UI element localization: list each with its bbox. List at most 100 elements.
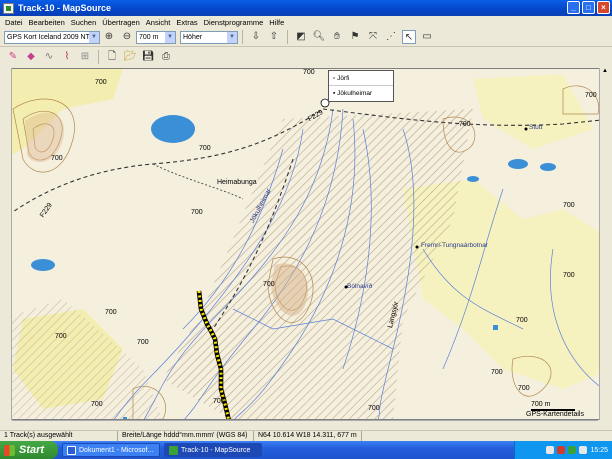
vertical-scrollbar[interactable]: ▲	[599, 68, 610, 420]
contour-label: 700	[459, 121, 471, 128]
contour-label: 700	[518, 385, 530, 392]
chevron-down-icon: ▼	[89, 31, 99, 43]
menu-dienstprogramme[interactable]: Dienstprogramme	[201, 18, 267, 27]
clock[interactable]: 15:25	[590, 447, 608, 454]
contour-label: 700	[105, 309, 117, 316]
status-format: Breite/Länge hddd°mm.mmm' (WGS 84)	[118, 431, 254, 441]
label-bolnavid: Bólnavíð	[347, 283, 373, 290]
taskbar-item-label: Dokument1 - Microsof...	[79, 446, 154, 454]
label-heimabunga: Heimabunga	[217, 179, 257, 186]
scroll-up-icon[interactable]: ▲	[600, 68, 610, 76]
menu-extras[interactable]: Extras	[173, 18, 200, 27]
print-icon[interactable]: ⎙	[159, 50, 173, 64]
secondary-toolbar: ✎ ◆ ∿ ⌇ ⊞ 🗋︎ 📂︎ 💾︎ ⎙	[0, 48, 612, 66]
contour-label: 700	[137, 339, 149, 346]
map-details-label: GPS-Kartendetails	[526, 411, 584, 418]
menu-ansicht[interactable]: Ansicht	[143, 18, 174, 27]
windows-logo-icon	[4, 444, 15, 456]
zoom-select-value: 700 m	[139, 33, 159, 41]
start-button[interactable]: Start	[0, 441, 58, 459]
hand-tool-icon[interactable]: ✋︎	[330, 30, 344, 44]
menu-hilfe[interactable]: Hilfe	[266, 18, 287, 27]
toolbar-separator	[242, 30, 243, 44]
zoom-select[interactable]: 700 m ▼	[136, 30, 176, 44]
contour-label: 700	[263, 281, 275, 288]
contour-label: 700	[585, 92, 597, 99]
menu-uebertragen[interactable]: Übertragen	[99, 18, 143, 27]
route-icon[interactable]: ∿	[42, 50, 56, 64]
windows-taskbar: Start Dokument1 - Microsof... Track-10 -…	[0, 441, 612, 459]
contour-label: 700	[491, 369, 503, 376]
menu-bar: Datei Bearbeiten Suchen Übertragen Ansic…	[0, 16, 612, 28]
lake	[508, 159, 528, 169]
system-tray: 15:25	[514, 441, 612, 459]
minimize-button[interactable]: _	[567, 1, 580, 14]
contour-label: 700	[303, 69, 315, 76]
menu-datei[interactable]: Datei	[2, 18, 26, 27]
toolbar-separator	[98, 50, 99, 64]
contour-label: 700	[563, 202, 575, 209]
status-bar: 1 Track(s) ausgewählt Breite/Länge hddd°…	[0, 430, 612, 441]
open-file-icon[interactable]: 📂︎	[123, 50, 137, 64]
popup-item[interactable]: ▫ Jörfi	[329, 71, 393, 86]
contour-label: 700	[199, 145, 211, 152]
distance-tool-icon[interactable]: ▭	[420, 30, 434, 44]
map-info-popup: ▫ Jörfi ▪ Jökulheimar	[328, 70, 394, 102]
taskbar-item-word[interactable]: Dokument1 - Microsof...	[62, 443, 160, 457]
contour-label: 700	[213, 398, 225, 405]
map-tool-icon[interactable]: ◩	[294, 30, 308, 44]
filter-icon[interactable]: ⊞	[78, 50, 92, 64]
map-canvas[interactable]	[3, 69, 610, 420]
zoom-out-icon[interactable]: ⊖	[120, 30, 134, 44]
map-view[interactable]: Heimabunga Jökulheimar Fremri-Tungnaárbo…	[2, 68, 610, 420]
left-ruler	[2, 68, 12, 420]
label-stutt: Stutt	[529, 124, 543, 131]
scale-bar: 700 m	[531, 401, 575, 411]
menu-suchen[interactable]: Suchen	[68, 18, 99, 27]
status-coords: N64 10.614 W18 14.311, 677 m	[254, 431, 362, 441]
maximize-button[interactable]: □	[582, 1, 595, 14]
detail-select[interactable]: Höher ▼	[180, 30, 238, 44]
zoom-tool-icon[interactable]: 🔍︎	[312, 30, 326, 44]
eraser-icon[interactable]: ◆	[24, 50, 38, 64]
mapsource-window: Track-10 - MapSource _ □ × Datei Bearbei…	[0, 0, 612, 441]
contour-label: 700	[516, 317, 528, 324]
popup-item[interactable]: ▪ Jökulheimar	[329, 86, 393, 101]
status-tracks: 1 Track(s) ausgewählt	[0, 431, 118, 441]
waypoints-icon[interactable]: ✎	[6, 50, 20, 64]
popup-item-label: Jörfi	[337, 75, 350, 82]
contour-label: 700	[91, 401, 103, 408]
lake	[151, 115, 195, 143]
mapsource-app-icon	[3, 2, 14, 14]
contour-label: 700	[191, 209, 203, 216]
lake	[493, 325, 498, 330]
window-title: Track-10 - MapSource	[18, 3, 112, 13]
label-fremri-tungnaarbotnar: Fremri-Tungnaárbotnar	[421, 242, 488, 249]
poi-marker	[524, 127, 528, 131]
taskbar-item-mapsource[interactable]: Track-10 - MapSource	[164, 443, 262, 457]
contour-label: 700	[55, 333, 67, 340]
selection-tool-icon[interactable]: ↖	[402, 30, 416, 44]
send-to-device-icon[interactable]: ⇧	[267, 30, 281, 44]
waypoint-tool-icon[interactable]: ⚑	[348, 30, 362, 44]
save-file-icon[interactable]: 💾︎	[141, 50, 155, 64]
menu-bearbeiten[interactable]: Bearbeiten	[26, 18, 68, 27]
horizontal-scrollbar[interactable]	[12, 420, 598, 430]
tray-icon[interactable]	[568, 446, 577, 454]
track-tool-icon[interactable]: ⋰	[384, 30, 398, 44]
receive-from-device-icon[interactable]: ⇩	[249, 30, 263, 44]
product-select[interactable]: GPS Kort Iceland 2009 NT ▼	[4, 30, 100, 44]
main-toolbar: GPS Kort Iceland 2009 NT ▼ ⊕ ⊖ 700 m ▼ H…	[0, 28, 612, 47]
poi-marker	[415, 245, 419, 249]
lake	[467, 176, 479, 182]
track-icon[interactable]: ⌇	[60, 50, 74, 64]
tray-icon[interactable]	[557, 446, 566, 454]
toolbar-separator	[287, 30, 288, 44]
tray-icon[interactable]	[546, 446, 555, 454]
new-file-icon[interactable]: 🗋︎	[105, 50, 119, 64]
zoom-in-icon[interactable]: ⊕	[102, 30, 116, 44]
tray-icon[interactable]	[579, 446, 588, 454]
close-button[interactable]: ×	[597, 1, 610, 14]
mapsource-icon	[169, 445, 178, 455]
route-tool-icon[interactable]: ⤧	[366, 30, 380, 44]
